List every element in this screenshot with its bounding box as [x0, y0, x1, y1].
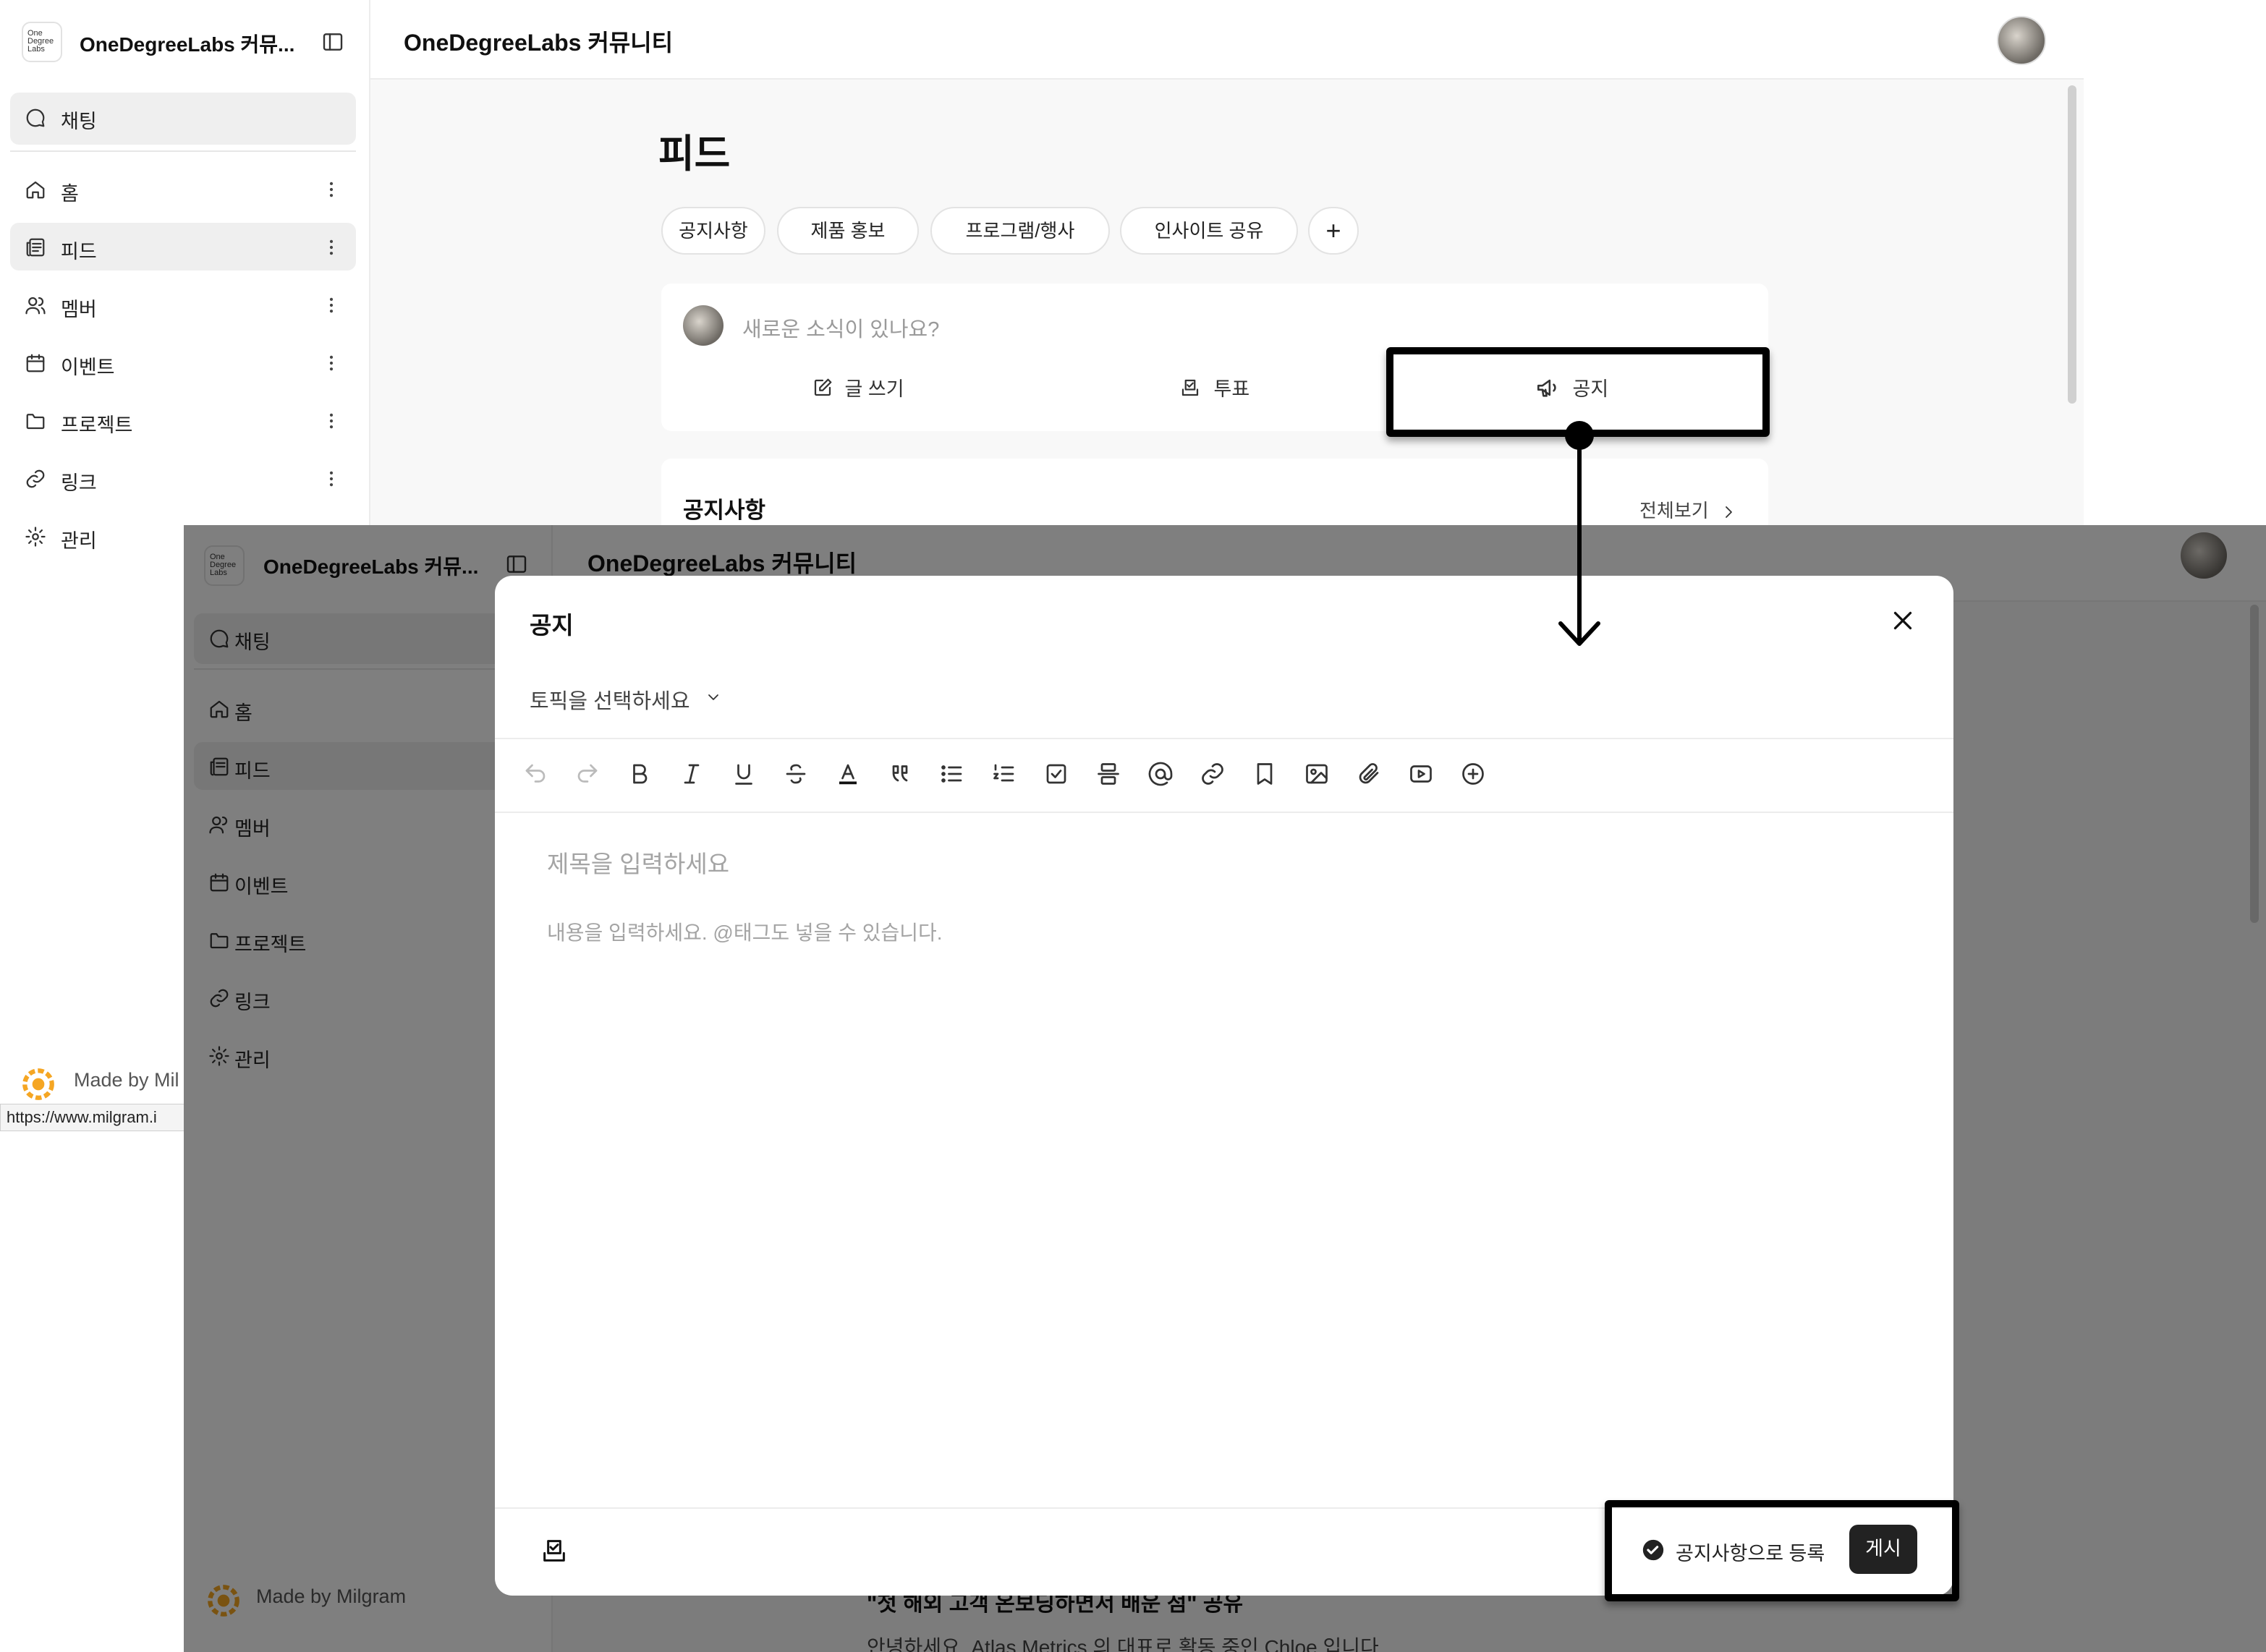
- add-topic-button[interactable]: +: [1308, 207, 1359, 255]
- topic-chip-program[interactable]: 프로그램/행사: [930, 207, 1110, 255]
- sidebar-item-feed[interactable]: 피드: [10, 223, 356, 271]
- sidebar-item-label: 피드: [61, 241, 97, 263]
- gear-icon: [25, 526, 46, 548]
- url-tooltip: https://www.milgram.i: [0, 1104, 185, 1131]
- sidebar-item-label: 프로젝트: [61, 414, 133, 436]
- sidebar-item-home[interactable]: 홈: [10, 165, 356, 213]
- page-title: 피드: [658, 132, 731, 176]
- sidebar-item-label: 홈: [61, 183, 79, 205]
- topic-chip-notice[interactable]: 공지사항: [661, 207, 765, 255]
- more-vertical-icon[interactable]: [321, 237, 341, 257]
- vote-icon[interactable]: [540, 1536, 569, 1565]
- vote-button[interactable]: 투표: [1179, 373, 1249, 401]
- more-vertical-icon[interactable]: [321, 353, 341, 373]
- sidebar-item-chat[interactable]: 채팅: [10, 93, 356, 145]
- undo-icon[interactable]: [522, 761, 554, 793]
- community-logo[interactable]: One Degree Labs: [22, 22, 62, 62]
- topic-select[interactable]: 토픽을 선택하세요: [530, 684, 690, 715]
- avatar: [683, 305, 723, 346]
- bookmark-icon[interactable]: [1252, 761, 1283, 793]
- bold-icon[interactable]: [627, 761, 658, 793]
- window-edge: [2084, 0, 2266, 528]
- view-all-link[interactable]: 전체보기: [1639, 496, 1737, 523]
- link-label: 전체보기: [1639, 500, 1709, 521]
- sidebar-item-label: 링크: [61, 472, 97, 494]
- sidebar-item-projects[interactable]: 프로젝트: [10, 396, 356, 444]
- italic-icon[interactable]: [679, 761, 710, 793]
- video-icon[interactable]: [1408, 761, 1440, 793]
- body-editor[interactable]: 내용을 입력하세요. @태그도 넣을 수 있습니다.: [547, 917, 943, 946]
- quote-icon[interactable]: [887, 761, 919, 793]
- more-vertical-icon[interactable]: [321, 295, 341, 315]
- sidebar-item-label: 채팅: [61, 111, 97, 132]
- write-post-button[interactable]: 글 쓰기: [812, 373, 904, 401]
- sidebar-item-label: 관리: [61, 530, 97, 552]
- annotation-arrow: [1558, 421, 1600, 646]
- modal-title: 공지: [530, 612, 574, 639]
- calendar-icon: [25, 352, 46, 374]
- divider: [10, 150, 356, 152]
- section-title: 공지사항: [683, 498, 766, 523]
- attachment-icon[interactable]: [1356, 761, 1388, 793]
- edit-icon: [812, 377, 833, 399]
- redo-icon[interactable]: [574, 761, 606, 793]
- checklist-icon[interactable]: [1043, 761, 1075, 793]
- numbered-list-icon[interactable]: [991, 761, 1023, 793]
- header-title: OneDegreeLabs 커뮤니티: [404, 30, 674, 56]
- link-icon: [25, 468, 46, 490]
- folder-icon: [25, 410, 46, 432]
- users-icon: [25, 294, 46, 316]
- home-icon: [25, 179, 46, 200]
- sidebar-item-links[interactable]: 링크: [10, 454, 356, 502]
- add-block-icon[interactable]: [1460, 761, 1492, 793]
- sidebar-toggle-icon[interactable]: [321, 30, 344, 54]
- topic-chip-insight[interactable]: 인사이트 공유: [1120, 207, 1298, 255]
- mention-icon[interactable]: [1147, 761, 1179, 793]
- more-vertical-icon[interactable]: [321, 179, 341, 200]
- divider-icon[interactable]: [1095, 761, 1127, 793]
- chevron-down-icon[interactable]: [705, 689, 722, 706]
- register-post-highlight: [1605, 1500, 1959, 1601]
- subject-input[interactable]: 제목을 입력하세요: [547, 845, 729, 880]
- community-name[interactable]: OneDegreeLabs 커뮤...: [80, 29, 294, 58]
- image-icon[interactable]: [1304, 761, 1336, 793]
- divider: [495, 812, 1953, 813]
- underline-icon[interactable]: [731, 761, 763, 793]
- button-label: 글 쓰기: [844, 378, 904, 400]
- user-avatar[interactable]: [1997, 16, 2046, 65]
- newspaper-icon: [25, 237, 46, 258]
- topic-chip-product[interactable]: 제품 홍보: [777, 207, 919, 255]
- bullet-list-icon[interactable]: [939, 761, 971, 793]
- text-color-icon[interactable]: [835, 761, 867, 793]
- chevron-right-icon: [1720, 503, 1737, 521]
- sidebar-item-events[interactable]: 이벤트: [10, 339, 356, 386]
- made-by-link[interactable]: Made by Mil: [74, 1069, 179, 1091]
- chat-bubble-icon: [25, 107, 46, 129]
- sidebar-item-members[interactable]: 멤버: [10, 281, 356, 328]
- sidebar-item-label: 멤버: [61, 299, 97, 320]
- close-icon[interactable]: [1890, 608, 1916, 634]
- scrollbar[interactable]: [2068, 85, 2076, 404]
- link-icon[interactable]: [1200, 761, 1231, 793]
- vote-icon: [1179, 377, 1201, 399]
- more-vertical-icon[interactable]: [321, 469, 341, 489]
- compose-input[interactable]: 새로운 소식이 있나요?: [742, 312, 939, 343]
- notice-modal: 공지 토픽을 선택하세요 제목을 입력하세요 내용을 입력하세요. @태그도 넣…: [495, 576, 1953, 1596]
- strikethrough-icon[interactable]: [783, 761, 815, 793]
- milgram-logo-icon[interactable]: [20, 1066, 56, 1102]
- sidebar-item-label: 이벤트: [61, 357, 115, 378]
- button-label: 투표: [1213, 378, 1250, 400]
- more-vertical-icon[interactable]: [321, 411, 341, 431]
- divider: [495, 738, 1953, 739]
